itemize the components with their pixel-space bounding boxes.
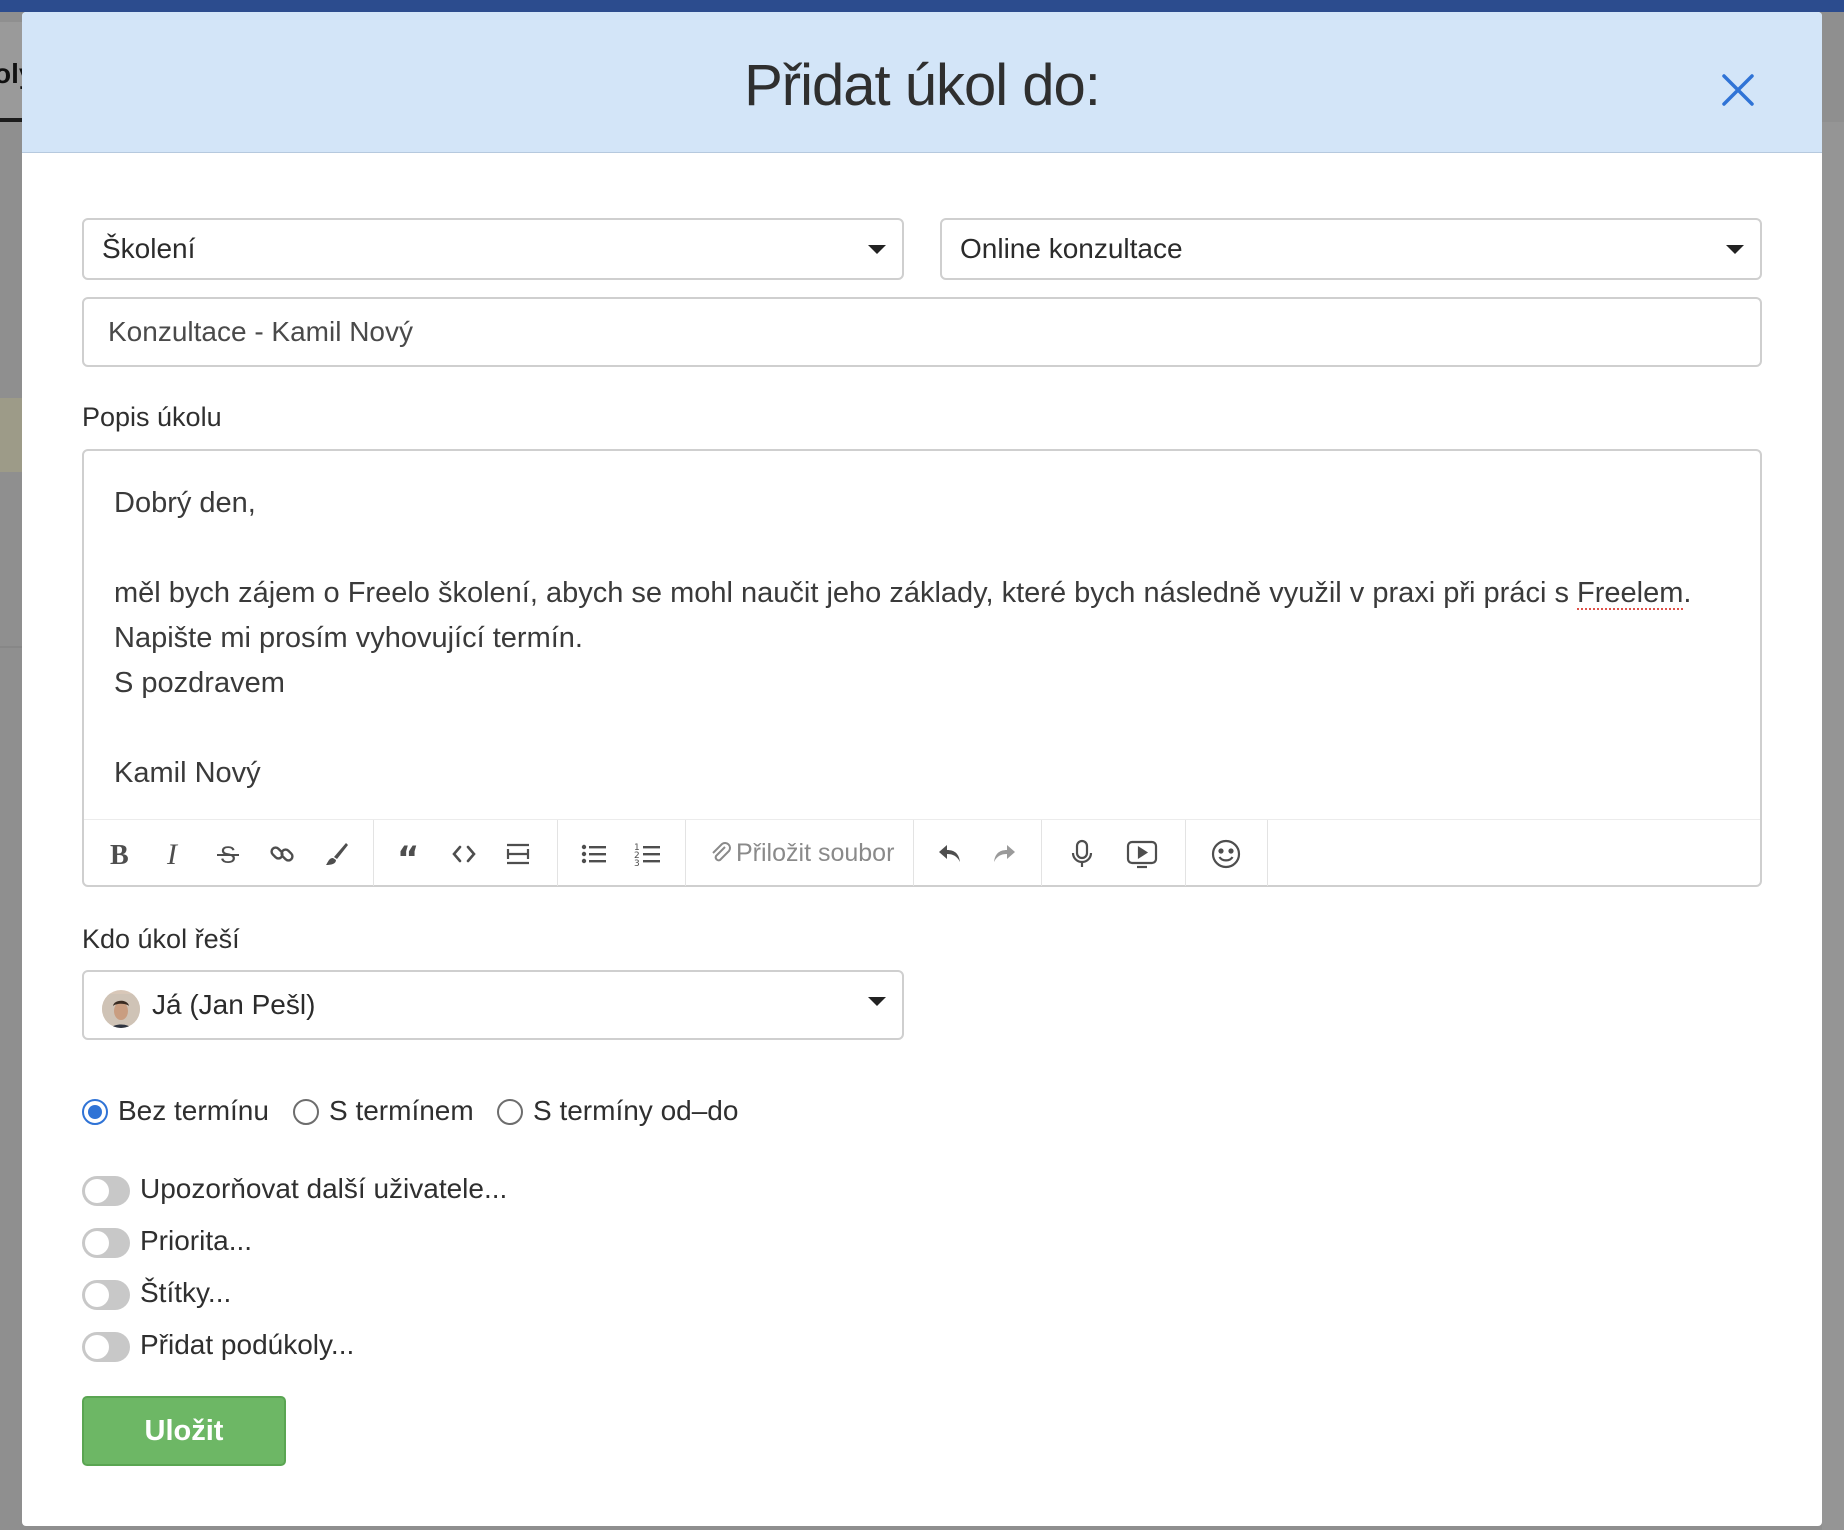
editor-text: měl bych zájem o Freelo školení, abych s… xyxy=(114,577,1578,609)
avatar xyxy=(102,990,140,1028)
svg-text:“: “ xyxy=(397,840,419,868)
svg-text:3: 3 xyxy=(634,859,640,868)
project-select[interactable]: Školení xyxy=(82,218,904,280)
misspelled-word: Freelem xyxy=(1577,577,1684,609)
project-select-value: Školení xyxy=(102,233,196,264)
numbered-list-icon[interactable]: 123 xyxy=(628,834,668,874)
radio-deadline-range[interactable] xyxy=(497,1099,523,1125)
microphone-icon[interactable] xyxy=(1062,834,1102,874)
toolbar-group-media xyxy=(1042,820,1186,886)
toggle-switch[interactable] xyxy=(82,1332,130,1362)
toolbar-group-block: “ xyxy=(374,820,558,886)
strikethrough-icon[interactable]: S xyxy=(208,834,248,874)
brush-icon[interactable] xyxy=(316,834,356,874)
toggle-label[interactable]: Přidat podúkoly... xyxy=(140,1329,354,1361)
save-button[interactable]: Uložit xyxy=(82,1396,286,1466)
editor-line: S pozdravem xyxy=(114,667,285,699)
editor-empty-line xyxy=(114,526,1724,571)
toolbar-group-history xyxy=(914,820,1042,886)
editor-toolbar: B I S “ 1 2 3 Přiložit soubor xyxy=(84,819,1760,886)
redo-icon[interactable] xyxy=(984,834,1024,874)
code-icon[interactable] xyxy=(444,834,484,874)
background-right-edge xyxy=(1822,122,1844,1530)
close-icon[interactable] xyxy=(1710,62,1766,118)
description-label: Popis úkolu xyxy=(82,402,222,432)
app-topbar xyxy=(0,0,1844,12)
attach-file-button[interactable]: Přiložit soubor xyxy=(710,839,894,868)
modal-title: Přidat úkol do: xyxy=(744,53,1101,118)
radio-deadline-range-label[interactable]: S termíny od–do xyxy=(533,1095,738,1127)
toolbar-group-lists: 123 xyxy=(558,820,686,886)
bold-icon[interactable]: B xyxy=(100,834,140,874)
quote-icon[interactable]: “ xyxy=(390,834,430,874)
assignee-value: Já (Jan Pešl) xyxy=(152,989,316,1020)
radio-with-deadline-label[interactable]: S termínem xyxy=(329,1095,474,1127)
description-editor[interactable]: Dobrý den, měl bych zájem o Freelo škole… xyxy=(82,449,1762,887)
chevron-down-icon xyxy=(868,245,886,254)
toolbar-group-format: B I S xyxy=(84,820,374,886)
toolbar-group-emoji xyxy=(1186,820,1268,886)
background-tab: oly xyxy=(0,22,34,122)
bullet-list-icon[interactable] xyxy=(574,834,614,874)
radio-no-deadline[interactable] xyxy=(82,1099,108,1125)
attach-file-label: Přiložit soubor xyxy=(736,839,895,867)
chevron-down-icon xyxy=(1726,245,1744,254)
undo-icon[interactable] xyxy=(930,834,970,874)
editor-content[interactable]: Dobrý den, měl bych zájem o Freelo škole… xyxy=(114,481,1724,796)
list-select[interactable]: Online konzultace xyxy=(940,218,1762,280)
assignee-label: Kdo úkol řeší xyxy=(82,924,240,954)
link-icon[interactable] xyxy=(262,834,302,874)
list-select-value: Online konzultace xyxy=(960,233,1183,264)
toggle-switch[interactable] xyxy=(82,1280,130,1310)
editor-line: měl bych zájem o Freelo školení, abych s… xyxy=(114,571,1724,661)
toggle-switch[interactable] xyxy=(82,1176,130,1206)
video-icon[interactable] xyxy=(1122,834,1162,874)
toolbar-group-attach: Přiložit soubor xyxy=(686,820,914,886)
radio-with-deadline[interactable] xyxy=(293,1099,319,1125)
editor-line: Kamil Nový xyxy=(114,757,261,789)
toggle-switch[interactable] xyxy=(82,1228,130,1258)
editor-line: Dobrý den, xyxy=(114,487,256,519)
radio-no-deadline-label[interactable]: Bez termínu xyxy=(118,1095,269,1127)
emoji-icon[interactable] xyxy=(1206,834,1246,874)
chevron-down-icon xyxy=(868,997,886,1006)
paperclip-icon xyxy=(712,842,731,862)
editor-empty-line xyxy=(114,706,1724,751)
add-task-modal: Přidat úkol do: Školení Online konzultac… xyxy=(22,12,1822,1526)
svg-text:I: I xyxy=(166,840,179,868)
assignee-select[interactable]: Já (Jan Pešl) xyxy=(82,970,904,1040)
toggle-label[interactable]: Priorita... xyxy=(140,1225,252,1257)
modal-header: Přidat úkol do: xyxy=(22,12,1822,153)
horizontal-rule-icon[interactable] xyxy=(498,834,538,874)
task-name-input[interactable]: Konzultace - Kamil Nový xyxy=(82,297,1762,367)
toggle-label[interactable]: Upozorňovat další uživatele... xyxy=(140,1173,507,1205)
svg-text:B: B xyxy=(110,840,129,868)
toggle-label[interactable]: Štítky... xyxy=(140,1277,231,1309)
italic-icon[interactable]: I xyxy=(154,834,194,874)
